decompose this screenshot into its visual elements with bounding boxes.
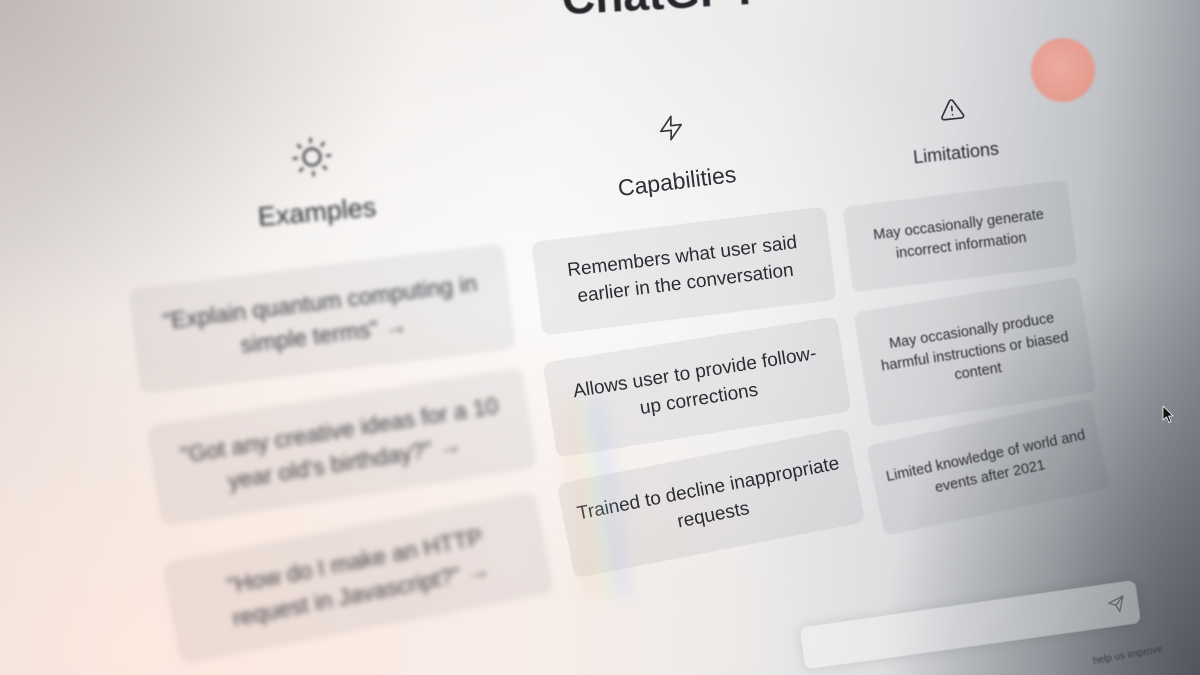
- send-icon: [1108, 595, 1124, 613]
- send-button[interactable]: [1106, 594, 1126, 614]
- sun-icon: [290, 135, 333, 178]
- bokeh-light: [1031, 38, 1095, 102]
- limitation-card: May occasionally generate incorrect info…: [842, 179, 1078, 293]
- warning-icon: [938, 96, 966, 124]
- examples-heading: Examples: [256, 191, 378, 233]
- message-input[interactable]: [811, 597, 1092, 661]
- capabilities-heading: Capabilities: [616, 160, 738, 202]
- limitations-heading: Limitations: [912, 138, 1000, 168]
- mouse-cursor-icon: [1162, 405, 1174, 424]
- lightning-icon: [655, 111, 686, 146]
- example-prompt-button[interactable]: "Explain quantum computing in simple ter…: [127, 243, 517, 395]
- footer-disclaimer: help us improve: [1092, 643, 1164, 668]
- capability-card: Remembers what user said earlier in the …: [531, 206, 837, 336]
- page-title: ChatGPT: [519, 0, 801, 26]
- chat-welcome-screen: ChatGPT Examples "Explain quantum comput…: [0, 0, 1200, 675]
